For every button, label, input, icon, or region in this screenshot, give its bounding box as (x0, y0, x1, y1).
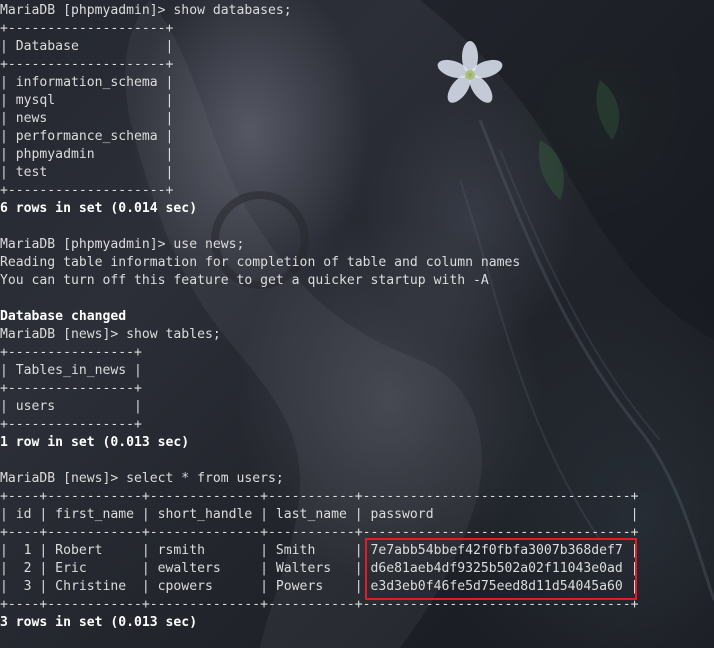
terminal-line: | users | (0, 399, 142, 414)
terminal-line: | performance_schema | (0, 129, 174, 144)
terminal-line: +----------------+ (0, 417, 142, 432)
terminal-line: You can turn off this feature to get a q… (0, 273, 489, 288)
terminal-line: | Tables_in_news | (0, 363, 142, 378)
terminal-line: 3 rows in set (0.013 sec) (0, 615, 198, 630)
terminal-line: MariaDB [phpmyadmin]> show databases; (0, 3, 292, 18)
terminal-line: 1 row in set (0.013 sec) (0, 435, 190, 450)
terminal-window[interactable]: MariaDB [phpmyadmin]> show databases; +--… (0, 0, 714, 648)
terminal-line: | phpmyadmin | (0, 147, 174, 162)
terminal-line: MariaDB [phpmyadmin]> use news; (0, 237, 245, 252)
terminal-line: 6 rows in set (0.014 sec) (0, 201, 198, 216)
terminal-line: +--------------------+ (0, 183, 174, 198)
terminal-line: | mysql | (0, 93, 174, 108)
terminal-line: +--------------------+ (0, 21, 174, 36)
terminal-line: | news | (0, 111, 174, 126)
password-highlight-box (365, 538, 637, 600)
terminal-line: +----------------+ (0, 345, 142, 360)
terminal-line: +----+------------+--------------+------… (0, 489, 639, 504)
terminal-line: MariaDB [news]> show tables; (0, 327, 221, 342)
terminal-line: +--------------------+ (0, 57, 174, 72)
terminal-line: +----------------+ (0, 381, 142, 396)
terminal-line: Reading table information for completion… (0, 255, 521, 270)
terminal-line: MariaDB [news]> select * from users; (0, 471, 284, 486)
terminal-line: Database changed (0, 309, 127, 324)
terminal-line: | test | (0, 165, 174, 180)
terminal-line: | id | first_name | short_handle | last_… (0, 507, 639, 522)
terminal-line: | information_schema | (0, 75, 174, 90)
terminal-line: | Database | (0, 39, 174, 54)
